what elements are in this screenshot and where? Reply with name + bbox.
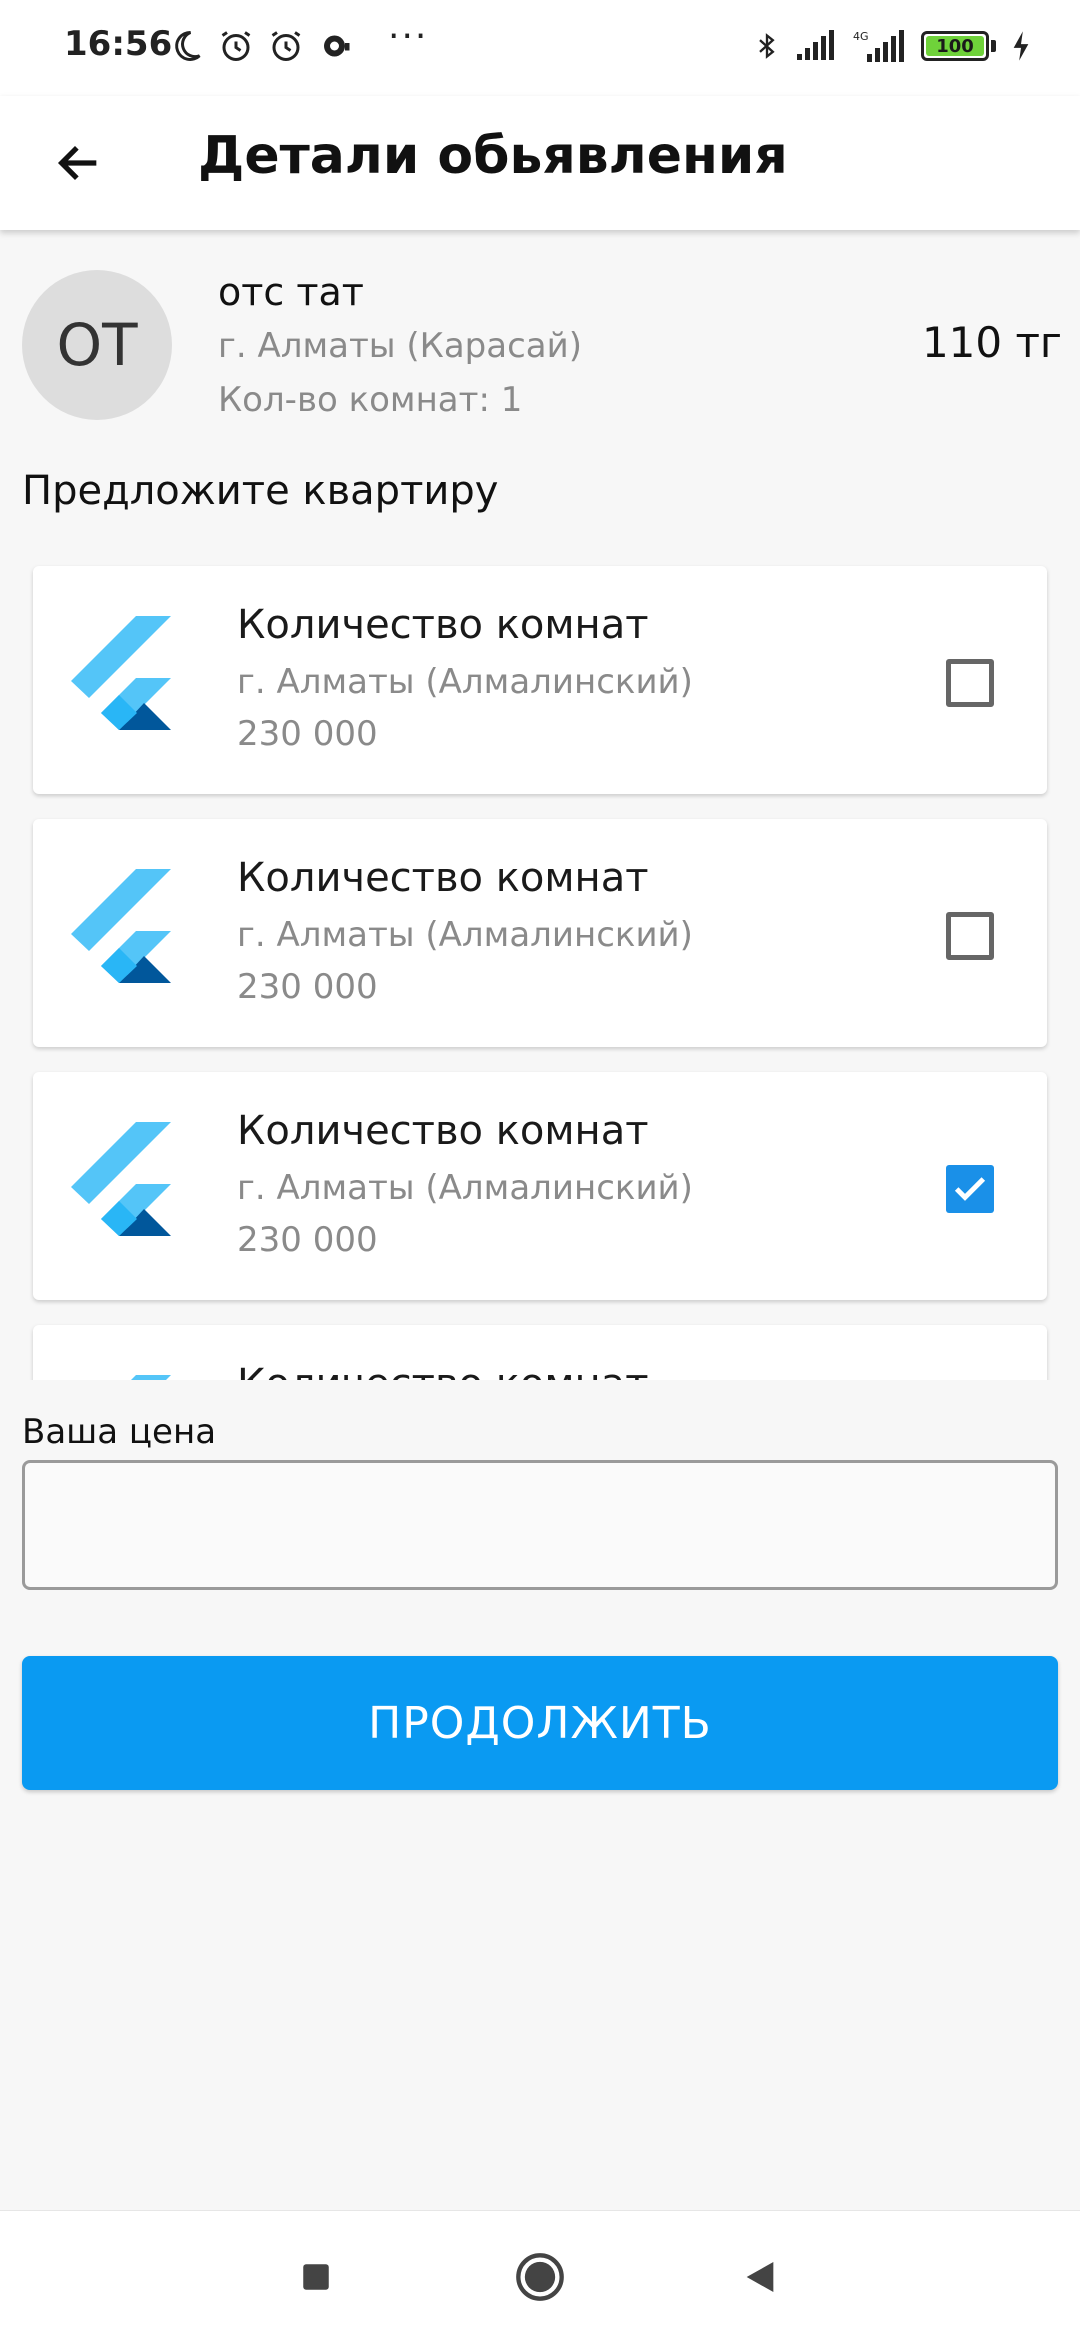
ad-summary: ОТ отс тат г. Алматы (Карасай) Кол-во ко… — [22, 270, 1062, 420]
more-notifications-icon: ··· — [388, 16, 429, 57]
arrow-back-icon — [57, 145, 97, 181]
apartment-location: г. Алматы (Алмалинский) — [237, 915, 693, 955]
apartment-checkbox[interactable] — [946, 659, 994, 707]
flutter-logo-icon — [71, 1122, 171, 1236]
apartment-card[interactable]: Количество комнат — [33, 1325, 1047, 1380]
app-bar: Детали обьявления — [0, 96, 1080, 230]
apartment-checkbox[interactable] — [946, 912, 994, 960]
home-button[interactable] — [510, 2247, 570, 2307]
apartment-title: Количество комнат — [237, 855, 649, 901]
apartment-card[interactable]: Количество комнат г. Алматы (Алмалинский… — [33, 1072, 1047, 1300]
alarm-icon-2 — [271, 31, 301, 61]
apartment-location: г. Алматы (Алмалинский) — [237, 1168, 693, 1208]
ad-owner-name: отс тат — [218, 270, 364, 314]
avatar: ОТ — [22, 270, 172, 420]
battery-icon: 100 — [921, 31, 989, 61]
status-bar: 16:56 ··· 4G 100 — [0, 0, 1080, 96]
apartment-checkbox-checked[interactable] — [946, 1165, 994, 1213]
status-icons-left — [168, 28, 354, 64]
recents-button[interactable] — [286, 2247, 346, 2307]
price-input[interactable] — [22, 1460, 1058, 1590]
apartment-card[interactable]: Количество комнат г. Алматы (Алмалинский… — [33, 566, 1047, 794]
apartment-location: г. Алматы (Алмалинский) — [237, 662, 693, 702]
ad-location: г. Алматы (Карасай) — [218, 326, 582, 366]
status-time: 16:56 — [64, 24, 173, 64]
system-nav-bar — [0, 2210, 1080, 2341]
status-icons-right: 4G 100 — [753, 28, 1032, 64]
offer-section-title: Предложите квартиру — [22, 468, 499, 514]
battery-cap — [991, 40, 996, 52]
flutter-logo-icon — [71, 616, 171, 730]
continue-button[interactable]: ПРОДОЛЖИТЬ — [22, 1656, 1058, 1790]
recents-icon — [303, 2264, 329, 2290]
signal-icon — [797, 30, 834, 60]
apartment-title: Количество комнат — [237, 602, 649, 648]
apartment-title: Количество комнат — [237, 1108, 649, 1154]
apartment-card[interactable]: Количество комнат г. Алматы (Алмалинский… — [33, 819, 1047, 1047]
back-button[interactable] — [44, 128, 114, 198]
apartment-price: 230 000 — [237, 1220, 378, 1260]
back-nav-button[interactable] — [730, 2247, 790, 2307]
apartment-price: 230 000 — [237, 714, 378, 754]
page-title: Детали обьявления — [198, 126, 788, 186]
battery-level: 100 — [936, 35, 974, 57]
charging-icon — [1013, 31, 1029, 61]
notification-app-icon — [324, 35, 350, 57]
alarm-icon — [221, 31, 251, 61]
flutter-logo-icon — [71, 869, 171, 983]
flutter-logo-icon — [131, 1375, 171, 1380]
apartment-list[interactable]: Количество комнат г. Алматы (Алмалинский… — [0, 548, 1080, 1380]
moon-icon — [175, 30, 201, 61]
check-icon — [954, 1177, 986, 1201]
signal-4g-icon: 4G — [853, 30, 904, 62]
back-triangle-icon — [746, 2262, 774, 2292]
price-field-label: Ваша цена — [22, 1412, 217, 1452]
home-icon — [516, 2253, 564, 2301]
ad-price: 110 тг — [921, 318, 1062, 367]
ad-rooms: Кол-во комнат: 1 — [218, 380, 523, 420]
apartment-title: Количество комнат — [237, 1361, 649, 1380]
apartment-price: 230 000 — [237, 967, 378, 1007]
bluetooth-icon — [759, 33, 775, 59]
svg-text:4G: 4G — [853, 30, 869, 43]
